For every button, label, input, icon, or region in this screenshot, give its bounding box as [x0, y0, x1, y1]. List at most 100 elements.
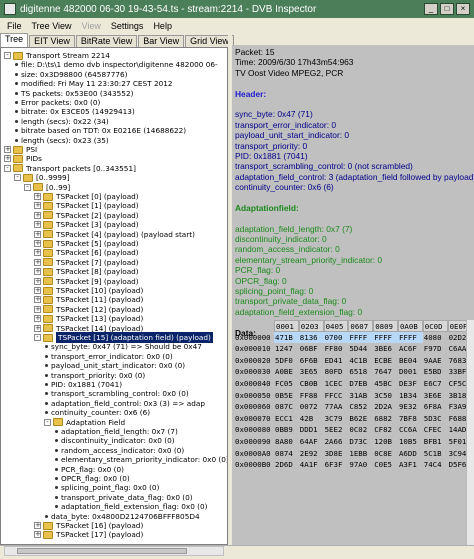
hex-cell[interactable]: A3F1: [398, 459, 423, 471]
hex-cell[interactable]: 1CEC: [324, 378, 349, 390]
hex-cell[interactable]: CF82: [373, 424, 398, 436]
hex-cell[interactable]: 97A0: [348, 459, 373, 471]
hex-cell[interactable]: ECC1: [274, 413, 299, 425]
hex-cell[interactable]: 2E92: [299, 448, 324, 460]
menu-view[interactable]: View: [77, 21, 106, 31]
hex-cell[interactable]: 3C79: [324, 413, 349, 425]
hex-cell[interactable]: ECBE: [373, 355, 398, 367]
hex-cell[interactable]: 4A1F: [299, 459, 324, 471]
hex-cell[interactable]: D73C: [348, 436, 373, 448]
hex-cell[interactable]: D001: [398, 366, 423, 378]
hex-cell[interactable]: 10B5: [398, 436, 423, 448]
expand-icon[interactable]: +: [34, 202, 41, 210]
hex-cell[interactable]: FFCC: [324, 390, 349, 402]
expand-icon[interactable]: +: [4, 146, 11, 153]
expand-icon[interactable]: +: [34, 249, 41, 257]
tab-grid-view[interactable]: Grid View: [185, 35, 234, 47]
hex-cell[interactable]: FFFF: [397, 331, 423, 344]
hex-cell[interactable]: 42B: [299, 413, 324, 425]
hex-cell[interactable]: 3D8E: [324, 448, 349, 460]
hex-cell[interactable]: FF88: [299, 390, 324, 402]
hex-cell[interactable]: BE04: [398, 355, 423, 367]
hex-cell[interactable]: CFEC: [423, 424, 448, 436]
hex-cell[interactable]: 6882: [373, 413, 398, 425]
expand-icon[interactable]: +: [34, 268, 41, 276]
expand-icon[interactable]: +: [34, 305, 41, 313]
tree-node[interactable]: + TSPacket [17] (payload): [34, 529, 143, 540]
collapse-icon[interactable]: -: [14, 174, 21, 182]
expand-icon[interactable]: +: [34, 221, 41, 229]
hex-cell[interactable]: 5DF0: [274, 355, 299, 367]
hex-cell[interactable]: 5EE2: [324, 424, 349, 436]
expand-icon[interactable]: +: [34, 315, 41, 323]
hex-cell[interactable]: 1B34: [398, 390, 423, 402]
hex-cell[interactable]: 31AB: [348, 390, 373, 402]
hex-cell[interactable]: 2A66: [324, 436, 349, 448]
hex-cell[interactable]: 3E65: [299, 366, 324, 378]
hex-cell[interactable]: 80FD: [324, 366, 349, 378]
hex-cell[interactable]: 7647: [373, 366, 398, 378]
hex-cell[interactable]: 45BC: [373, 378, 398, 390]
tab-bar-view[interactable]: Bar View: [138, 35, 185, 47]
expand-icon[interactable]: +: [34, 240, 41, 247]
tab-bitrate-view[interactable]: BitRate View: [75, 35, 138, 47]
hex-cell[interactable]: DDD1: [299, 424, 324, 436]
minimize-button[interactable]: _: [424, 3, 438, 15]
hex-cell[interactable]: 6F6B: [299, 355, 324, 367]
hex-cell[interactable]: 0C02: [348, 424, 373, 436]
hex-cell[interactable]: 3C50: [373, 390, 398, 402]
hex-cell[interactable]: 1247: [274, 343, 299, 355]
expand-icon[interactable]: +: [34, 324, 41, 332]
hex-cell[interactable]: 77AA: [324, 401, 349, 413]
hex-cell[interactable]: CC6A: [398, 424, 423, 436]
tree-horizontal-scrollbar[interactable]: [4, 546, 224, 556]
hex-cell[interactable]: 471B: [274, 331, 299, 344]
hex-cell[interactable]: FFFF: [373, 331, 398, 344]
collapse-icon[interactable]: -: [44, 418, 51, 426]
tab-tree[interactable]: Tree: [0, 33, 29, 47]
menu-tree-view[interactable]: Tree View: [27, 21, 77, 31]
hex-cell[interactable]: 5D3C: [423, 413, 448, 425]
hex-cell[interactable]: 5C1B: [423, 448, 448, 460]
close-button[interactable]: ×: [456, 3, 470, 15]
hex-cell[interactable]: 6F8A: [423, 401, 448, 413]
hex-cell[interactable]: DE3F: [398, 378, 423, 390]
hex-cell[interactable]: 7BF8: [398, 413, 423, 425]
scroll-thumb[interactable]: [17, 548, 187, 554]
hex-cell[interactable]: BFB1: [423, 436, 448, 448]
expand-icon[interactable]: +: [4, 155, 11, 163]
hex-cell[interactable]: 4080: [423, 332, 448, 344]
hex-cell[interactable]: 6F3F: [324, 459, 349, 471]
hex-cell[interactable]: 06BF: [299, 343, 324, 355]
hex-cell[interactable]: F97D: [423, 343, 448, 355]
hex-cell[interactable]: 0BB9: [274, 424, 299, 436]
menu-help[interactable]: Help: [148, 21, 177, 31]
hex-cell[interactable]: 74C4: [423, 459, 448, 471]
hex-cell[interactable]: 9E32: [398, 401, 423, 413]
collapse-icon[interactable]: -: [4, 52, 11, 59]
collapse-icon[interactable]: -: [24, 183, 31, 191]
hex-cell[interactable]: 0072: [299, 401, 324, 413]
hex-cell[interactable]: 0C8E: [373, 448, 398, 460]
hex-cell[interactable]: 3E6E: [423, 390, 448, 402]
hex-cell[interactable]: E5BD: [423, 366, 448, 378]
collapse-icon[interactable]: -: [34, 334, 41, 341]
maximize-button[interactable]: □: [440, 3, 454, 15]
expand-icon[interactable]: +: [34, 277, 41, 285]
hex-cell[interactable]: 087C: [274, 401, 299, 413]
hex-cell[interactable]: CB0B: [299, 378, 324, 390]
hex-cell[interactable]: D7EB: [348, 378, 373, 390]
hex-cell[interactable]: 6518: [348, 366, 373, 378]
hex-cell[interactable]: A6DD: [398, 448, 423, 460]
hex-cell[interactable]: C852: [348, 401, 373, 413]
hex-cell[interactable]: 1EBB: [348, 448, 373, 460]
hex-cell[interactable]: A0BE: [274, 366, 299, 378]
menu-file[interactable]: File: [2, 21, 27, 31]
hex-cell[interactable]: E6C7: [423, 378, 448, 390]
hex-cell[interactable]: 2D2A: [373, 401, 398, 413]
hex-cell[interactable]: 5D44: [348, 343, 373, 355]
hex-cell[interactable]: 120B: [373, 436, 398, 448]
menu-settings[interactable]: Settings: [106, 21, 149, 31]
hex-cell[interactable]: 9AAE: [423, 355, 448, 367]
hex-cell[interactable]: 8A80: [274, 436, 299, 448]
